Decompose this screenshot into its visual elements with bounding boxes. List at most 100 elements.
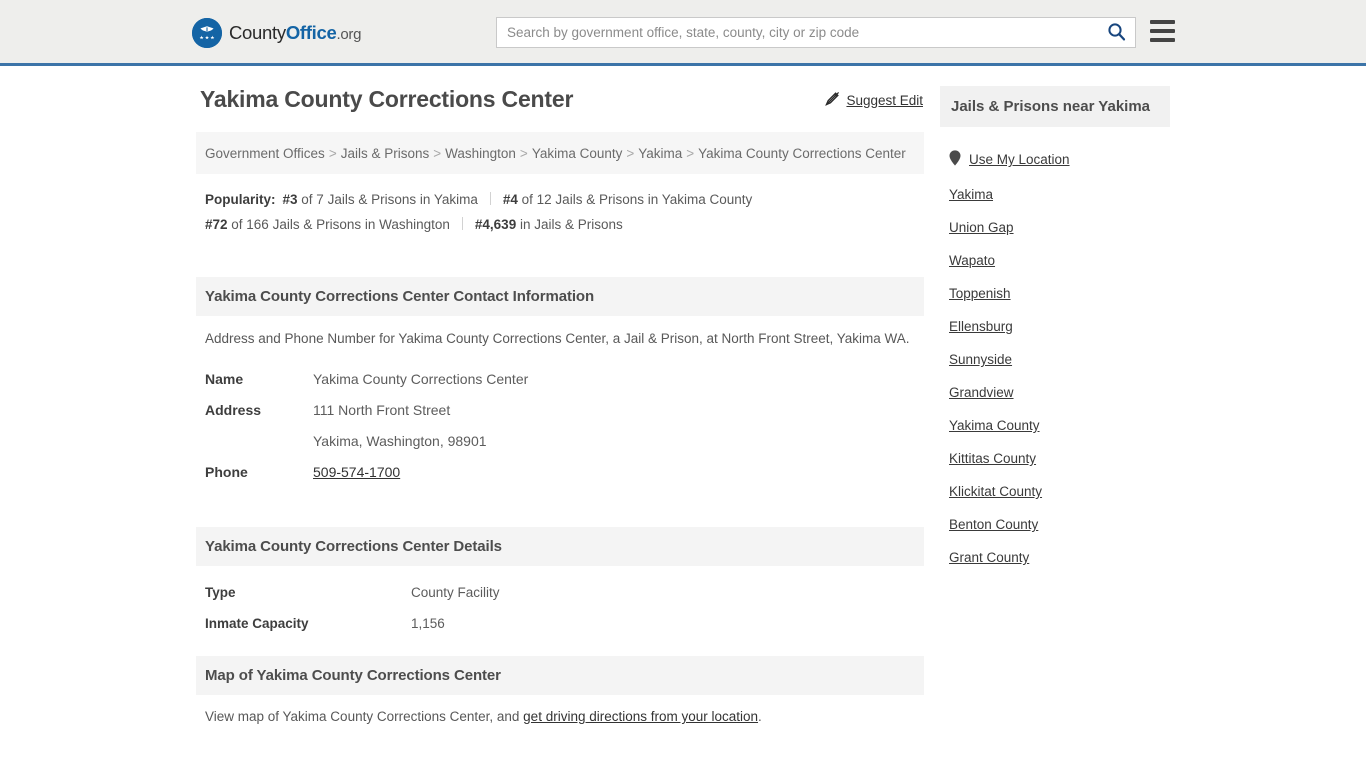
breadcrumb-separator: > [519, 146, 528, 161]
sidebar-item-sunnyside[interactable]: Sunnyside [940, 343, 1170, 376]
details-section: Yakima County Corrections Center Details… [196, 527, 924, 646]
hamburger-bar [1150, 38, 1175, 42]
sidebar-item-grandview[interactable]: Grandview [940, 376, 1170, 409]
details-section-heading: Yakima County Corrections Center Details [196, 527, 924, 566]
contact-info-table: Name Yakima County Corrections Center Ad… [205, 367, 915, 491]
sidebar-link[interactable]: Sunnyside [949, 343, 1012, 376]
sidebar-link-list: Use My Location Yakima Union Gap Wapato … [940, 127, 1170, 574]
popularity-divider [461, 217, 463, 230]
sidebar-link[interactable]: Grant County [949, 541, 1029, 574]
table-row: Inmate Capacity 1,156 [205, 609, 915, 640]
popularity-item-national: #4,639 in Jails & Prisons [475, 217, 623, 232]
contact-row-key-name: Name [205, 371, 244, 387]
contact-intro-text: Address and Phone Number for Yakima Coun… [205, 331, 910, 346]
sidebar-link[interactable]: Wapato [949, 244, 995, 277]
sidebar-item-use-my-location[interactable]: Use My Location [940, 141, 1170, 178]
table-row: Phone 509-574-1700 [205, 460, 915, 491]
breadcrumb-separator: > [626, 146, 635, 161]
sidebar-item-wapato[interactable]: Wapato [940, 244, 1170, 277]
sidebar-item-kittitas-county[interactable]: Kittitas County [940, 442, 1170, 475]
map-pin-icon [949, 150, 961, 169]
hamburger-bar [1150, 20, 1175, 24]
search-bar[interactable] [496, 17, 1136, 48]
contact-row-value-city-state-zip: Yakima, Washington, 98901 [313, 433, 487, 449]
breadcrumb-item-government-offices[interactable]: Government Offices [205, 146, 325, 161]
suggest-edit-label: Suggest Edit [846, 92, 923, 108]
breadcrumb-item-yakima-county[interactable]: Yakima County [532, 146, 623, 161]
search-button[interactable] [1097, 18, 1135, 47]
map-text-before: View map of Yakima County Corrections Ce… [205, 709, 524, 724]
table-row: Name Yakima County Corrections Center [205, 367, 915, 398]
details-row-value-type: County Facility [411, 585, 500, 600]
logo-word-org: .org [336, 26, 362, 43]
sidebar-link[interactable]: Ellensburg [949, 310, 1013, 343]
contact-row-value-name: Yakima County Corrections Center [313, 371, 529, 387]
sidebar-item-grant-county[interactable]: Grant County [940, 541, 1170, 574]
breadcrumb-item-yakima[interactable]: Yakima [638, 146, 682, 161]
sidebar-item-ellensburg[interactable]: Ellensburg [940, 310, 1170, 343]
use-my-location-link[interactable]: Use My Location [949, 141, 1070, 178]
sidebar-link[interactable]: Yakima County [949, 409, 1040, 442]
sidebar-item-yakima-county[interactable]: Yakima County [940, 409, 1170, 442]
sidebar-link[interactable]: Klickitat County [949, 475, 1042, 508]
sidebar-link[interactable]: Union Gap [949, 211, 1014, 244]
hamburger-bar [1150, 29, 1175, 33]
map-section-body: View map of Yakima County Corrections Ce… [196, 695, 924, 730]
logo-word-office: Office [285, 22, 337, 43]
details-row-value-inmate-capacity: 1,156 [411, 616, 445, 631]
table-row: Type County Facility [205, 578, 915, 609]
table-row: Yakima, Washington, 98901 [205, 429, 915, 460]
site-header: CountyOffice.org [0, 0, 1366, 66]
details-row-key-type: Type [205, 585, 236, 600]
popularity-item-state: #72 of 166 Jails & Prisons in Washington [205, 217, 450, 232]
popularity-rank: #4,639 [474, 217, 517, 232]
sidebar-link[interactable]: Grandview [949, 376, 1014, 409]
page-title: Yakima County Corrections Center [200, 86, 574, 112]
contact-row-value-street: 111 North Front Street [313, 402, 451, 418]
sidebar: Jails & Prisons near Yakima Use My Locat… [940, 86, 1170, 574]
popularity-stats: Popularity: #3 of 7 Jails & Prisons in Ya… [196, 174, 924, 251]
breadcrumb-separator: > [433, 146, 442, 161]
suggest-edit-button[interactable]: Suggest Edit [825, 91, 923, 109]
popularity-rank: #72 [205, 217, 228, 232]
sidebar-item-yakima[interactable]: Yakima [940, 178, 1170, 211]
popularity-item-city: #3 of 7 Jails & Prisons in Yakima [283, 192, 478, 207]
breadcrumb: Government Offices > Jails & Prisons > Washi… [196, 132, 924, 174]
hamburger-menu-icon[interactable] [1150, 20, 1175, 42]
popularity-label: Popularity: [205, 192, 276, 207]
breadcrumb-item-washington[interactable]: Washington [445, 146, 516, 161]
breadcrumb-separator: > [686, 146, 695, 161]
sidebar-link[interactable]: Toppenish [949, 277, 1011, 310]
sidebar-link[interactable]: Kittitas County [949, 442, 1036, 475]
sidebar-item-union-gap[interactable]: Union Gap [940, 211, 1170, 244]
contact-section-heading: Yakima County Corrections Center Contact… [196, 277, 924, 316]
sidebar-heading: Jails & Prisons near Yakima [940, 86, 1170, 127]
site-logo-link[interactable]: CountyOffice.org [192, 18, 361, 48]
details-table: Type County Facility Inmate Capacity 1,1… [205, 578, 915, 640]
site-logo-text: CountyOffice.org [229, 22, 361, 44]
popularity-item-county: #4 of 12 Jails & Prisons in Yakima Count… [503, 192, 752, 207]
map-text-after: . [758, 709, 762, 724]
table-row: Address 111 North Front Street [205, 398, 915, 429]
sidebar-link[interactable]: Benton County [949, 508, 1038, 541]
details-row-key-inmate-capacity: Inmate Capacity [205, 616, 309, 631]
sidebar-item-klickitat-county[interactable]: Klickitat County [940, 475, 1170, 508]
sidebar-item-benton-county[interactable]: Benton County [940, 508, 1170, 541]
details-section-body: Type County Facility Inmate Capacity 1,1… [196, 566, 924, 646]
sidebar-item-toppenish[interactable]: Toppenish [940, 277, 1170, 310]
breadcrumb-item-jails-prisons[interactable]: Jails & Prisons [341, 146, 430, 161]
popularity-rank-context: of 7 Jails & Prisons in Yakima [297, 192, 478, 207]
driving-directions-link[interactable]: get driving directions from your locatio… [523, 709, 758, 724]
use-my-location-label: Use My Location [969, 152, 1070, 167]
breadcrumb-separator: > [328, 146, 337, 161]
popularity-rank: #4 [502, 192, 518, 207]
contact-section-body: Address and Phone Number for Yakima Coun… [196, 91, 924, 497]
search-icon [1107, 22, 1126, 44]
logo-word-county: County [229, 22, 286, 43]
map-section: Map of Yakima County Corrections Center … [196, 656, 924, 730]
popularity-rank-context: of 166 Jails & Prisons in Washington [227, 217, 450, 232]
phone-link[interactable]: 509-574-1700 [313, 464, 400, 480]
main-content: Yakima County Corrections Center Governm… [196, 86, 924, 730]
search-input[interactable] [497, 18, 1097, 47]
sidebar-link[interactable]: Yakima [949, 178, 993, 211]
